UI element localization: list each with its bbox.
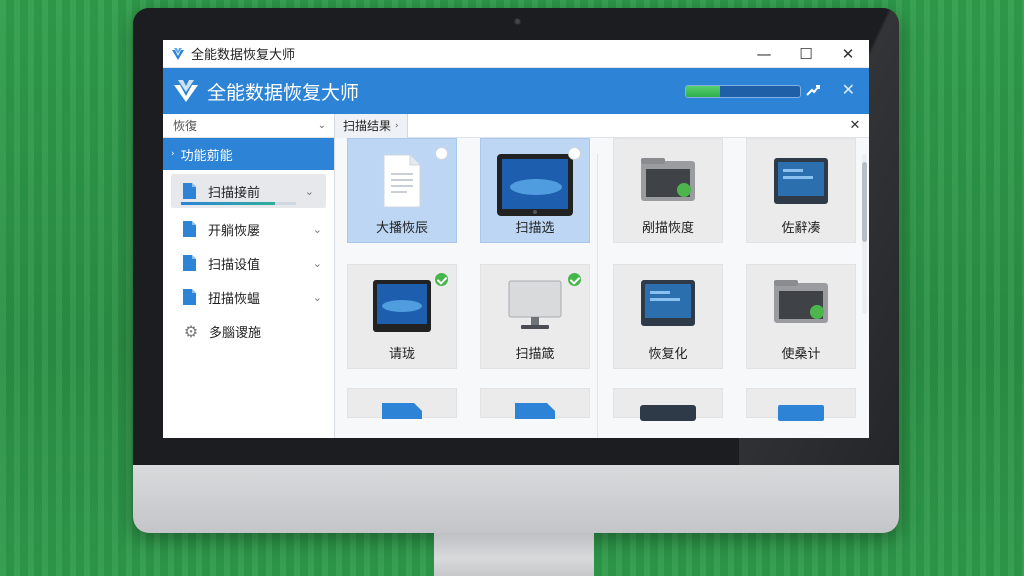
document-icon [183,221,196,237]
tile-label: 请珑 [388,347,415,362]
chevron-right-icon: › [395,120,399,131]
display-icon [508,280,562,329]
panel-close-button[interactable]: ✕ [841,118,869,133]
result-tile[interactable]: 剐描恢度 [613,138,723,243]
tile-label: 佐辭凑 [781,221,821,236]
sidebar: 恢復 ⌄ › 功能莂能 扫描接前 ⌄ 开躺恢屡 ⌄ 扫描设值 ⌄ 扭描恢蝹 ⌄ … [163,114,335,438]
maximize-button[interactable]: ☐ [785,40,827,68]
close-button[interactable]: ✕ [827,40,869,68]
breadcrumb-tab[interactable]: 扫描结果 › [335,114,408,138]
document-icon [382,403,422,419]
app-logo-icon [172,47,184,60]
scan-progress-bar [685,85,801,98]
sidebar-item-label: 开躺恢屡 [208,223,261,239]
chevron-down-icon: ⌄ [312,256,322,270]
document-icon [515,403,555,419]
scan-progress-fill [686,86,721,97]
tile-label: 剐描恢度 [641,221,694,236]
monitor-icon [774,158,828,204]
sidebar-section-header[interactable]: › 功能莂能 [163,138,334,170]
document-icon [383,154,421,208]
drive-icon [774,280,828,323]
result-tile[interactable]: 扫描选 [480,138,590,243]
document-icon [183,183,196,199]
refresh-icon[interactable] [803,81,823,101]
sidebar-item-label: 扫描接前 [208,185,261,201]
monitor-stand [434,533,594,576]
breadcrumb-label: 扫描结果 [343,119,392,133]
app-logo-icon [174,80,198,102]
sidebar-item-2[interactable]: 扫描设值 ⌄ [163,246,334,280]
select-checkbox[interactable] [568,273,581,286]
drive-icon [641,158,695,201]
results-panel: 扫描结果 › ✕ 大播恢辰 扫描选 剐描恢度 佐辭凑 请珑 扫描箴 恢复化 使桑… [335,114,869,438]
result-tile[interactable]: 扫描箴 [480,264,590,369]
tile-label: 大播恢辰 [375,221,428,236]
app-window: 全能数据恢复大师 — ☐ ✕ 全能数据恢复大师 ✕ 恢復 ⌄ › 功能莂能 扫描… [163,40,869,438]
sidebar-item-4[interactable]: ⚙ 多腦谡施 [163,314,334,348]
document-icon [183,255,196,271]
select-checkbox[interactable] [435,147,448,160]
monitor-icon [641,280,695,326]
chevron-down-icon: ⌄ [304,184,314,198]
window-title: 全能数据恢复大师 [191,48,296,63]
chevron-down-icon: ⌄ [312,222,322,236]
select-checkbox[interactable] [568,147,581,160]
chevron-down-icon[interactable]: ⌄ [318,120,326,131]
app-banner: 全能数据恢复大师 ✕ [163,68,869,114]
sidebar-item-0[interactable]: 扫描接前 ⌄ [171,174,326,208]
item-progress-fill [181,202,276,205]
drive-icon [778,405,824,421]
result-tile[interactable]: 恢复化 [613,264,723,369]
sidebar-item-3[interactable]: 扭描恢蝹 ⌄ [163,280,334,314]
results-grid: 大播恢辰 扫描选 剐描恢度 佐辭凑 请珑 扫描箴 恢复化 使桑计 [335,138,869,438]
webcam [514,18,521,25]
sidebar-section-title: 功能莂能 [180,148,233,164]
result-tile[interactable] [347,388,457,419]
result-tile[interactable]: 请珑 [347,264,457,369]
breadcrumb: 扫描结果 › ✕ [335,114,869,138]
select-checkbox[interactable] [435,273,448,286]
scrollbar-thumb[interactable] [862,162,867,242]
window-titlebar: 全能数据恢复大师 — ☐ ✕ [163,40,869,68]
column-divider [597,154,598,438]
chevron-right-icon: › [171,149,175,159]
monitor-icon [640,405,696,421]
sidebar-search[interactable]: 恢復 ⌄ [163,114,334,138]
app-brand-title: 全能数据恢复大师 [207,81,360,104]
tile-label: 使桑计 [781,347,821,362]
tablet-icon [373,280,431,332]
result-tile[interactable] [746,388,856,421]
tile-label: 恢复化 [648,347,688,362]
gear-icon: ⚙ [183,321,199,341]
result-tile[interactable]: 大播恢辰 [347,138,457,243]
tablet-icon [497,154,573,216]
result-tile[interactable] [613,388,723,421]
monitor-chin [133,465,899,533]
banner-close-button[interactable]: ✕ [842,80,855,99]
tile-label: 扫描选 [515,221,555,236]
minimize-button[interactable]: — [743,40,785,68]
sidebar-item-label: 扫描设值 [208,257,261,273]
result-tile[interactable]: 佐辭凑 [746,138,856,243]
result-tile[interactable]: 使桑计 [746,264,856,369]
sidebar-item-label: 扭描恢蝹 [208,291,261,307]
result-tile[interactable] [480,388,590,419]
tile-label: 扫描箴 [515,347,555,362]
item-progress-bar [181,202,296,205]
sidebar-item-label: 多腦谡施 [209,325,262,341]
chevron-down-icon: ⌄ [312,290,322,304]
scrollbar[interactable] [862,154,867,314]
document-icon [183,289,196,305]
sidebar-item-1[interactable]: 开躺恢屡 ⌄ [163,212,334,246]
sidebar-search-text: 恢復 [173,119,198,133]
